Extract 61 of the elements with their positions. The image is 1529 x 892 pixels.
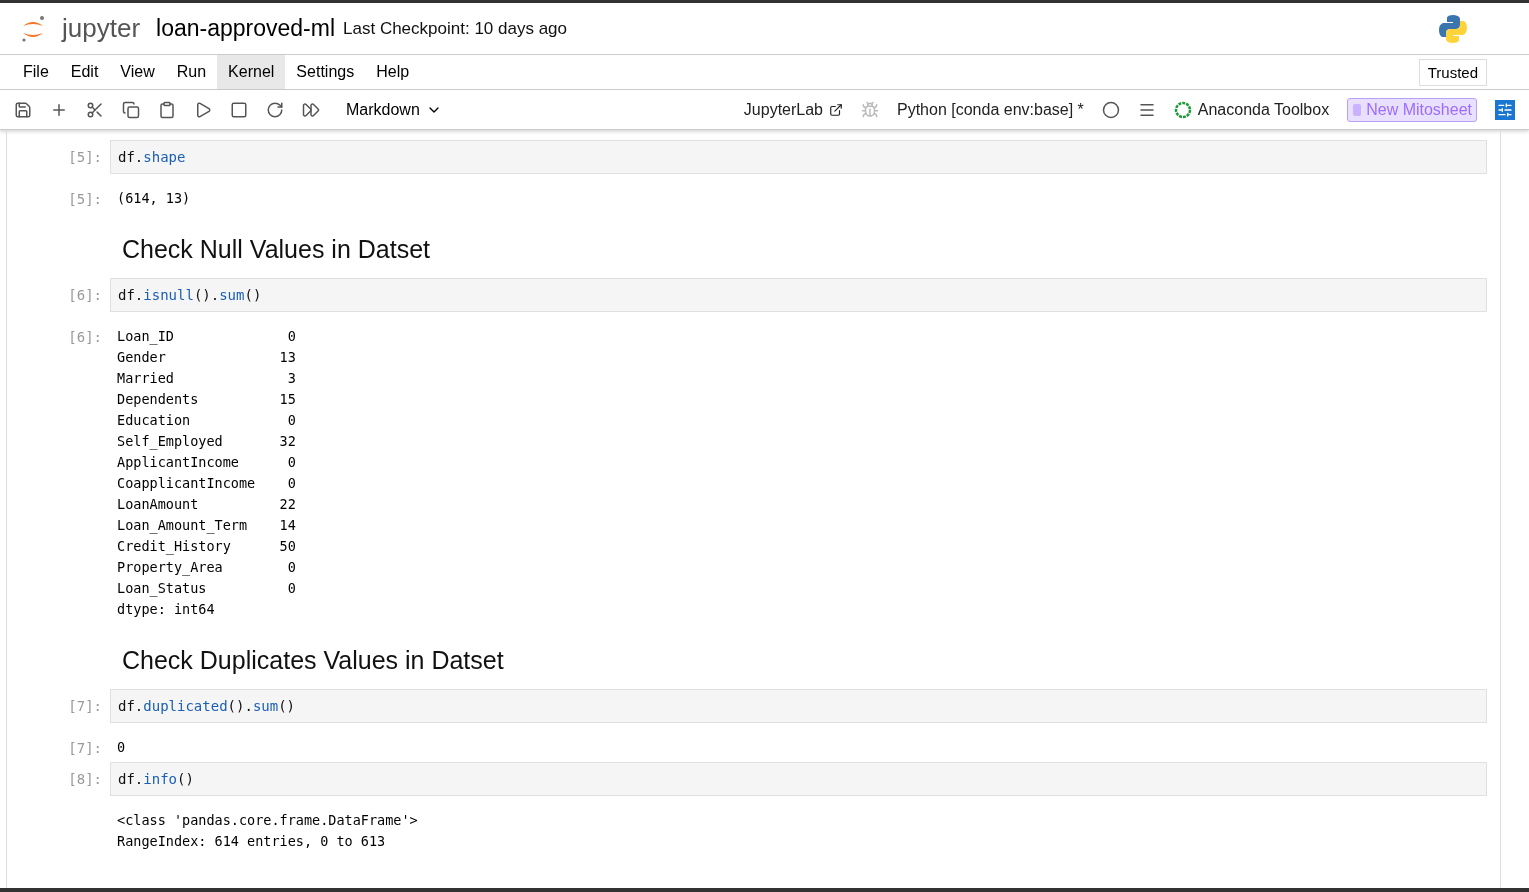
menu-item[interactable]: Edit <box>59 55 110 89</box>
output-line: <class 'pandas.core.frame.DataFrame'> <box>117 811 418 830</box>
output-line: CoapplicantIncome 0 <box>117 474 296 493</box>
menu-item[interactable]: View <box>109 55 166 89</box>
output-line: LoanAmount 22 <box>117 495 296 514</box>
code-cell[interactable]: df.info() <box>110 762 1487 796</box>
notebook-name[interactable]: loan-approved-ml <box>156 15 336 42</box>
menu-item[interactable]: Run <box>165 55 218 89</box>
trusted-button[interactable]: Trusted <box>1418 58 1487 86</box>
section-heading: Check Duplicates Values in Datset <box>122 645 505 676</box>
cell-prompt: [8]: <box>67 770 103 787</box>
scissors-icon[interactable] <box>86 100 104 119</box>
circle-icon[interactable] <box>1101 100 1120 119</box>
output-line: Loan_Amount_Term 14 <box>117 516 296 536</box>
code-cell[interactable]: df.duplicated().sum() <box>110 689 1487 723</box>
output-line: Loan_Status 0 <box>117 579 296 599</box>
menu-item[interactable]: Kernel <box>217 55 286 89</box>
ring-logo-icon <box>1173 100 1192 119</box>
cell-prompt: [6]: <box>67 286 103 303</box>
jupyter-logo-text: jupyter <box>62 13 141 44</box>
cell-prompt: [7]: <box>67 739 103 756</box>
output-line: RangeIndex: 614 entries, 0 to 613 <box>117 832 387 851</box>
settings-icon[interactable] <box>1495 99 1515 120</box>
output-line: 0 <box>117 738 126 757</box>
output-line: Loan_ID 0 <box>117 327 296 347</box>
python-logo-icon <box>1437 12 1469 45</box>
restart-icon[interactable] <box>266 100 284 119</box>
play-icon[interactable] <box>194 100 212 119</box>
output-line: Credit_History 50 <box>117 537 296 557</box>
output-line: Education 0 <box>117 411 296 430</box>
save-icon[interactable] <box>14 100 32 119</box>
kernel-name[interactable]: Python [conda env:base] * <box>897 100 1084 119</box>
section-heading: Check Null Values in Datset <box>122 234 431 265</box>
stop-icon[interactable] <box>230 100 248 119</box>
menu-item[interactable]: Help <box>365 55 421 89</box>
output-line: Dependents 15 <box>117 390 296 409</box>
copy-icon[interactable] <box>122 100 140 119</box>
output-line: dtype: int64 <box>117 600 216 619</box>
output-line: Self_Employed 32 <box>117 432 296 452</box>
sheet-icon <box>1352 102 1363 117</box>
code-cell[interactable]: df.shape <box>110 140 1487 174</box>
cell-prompt: [5]: <box>67 148 103 165</box>
cell-prompt: [7]: <box>67 697 103 714</box>
cell-type-dropdown[interactable]: Markdown <box>346 100 442 119</box>
jupyterlab-link[interactable]: JupyterLab <box>743 100 843 119</box>
fast-forward-icon[interactable] <box>302 100 320 119</box>
output-line: Gender 13 <box>117 348 296 367</box>
output-line: ApplicantIncome 0 <box>117 453 296 472</box>
menu-item[interactable]: Settings <box>285 55 366 89</box>
cell-prompt: [5]: <box>67 190 103 207</box>
code-cell[interactable]: df.isnull().sum() <box>110 278 1487 312</box>
external-link-icon <box>829 102 843 117</box>
anaconda-toolbox-button[interactable]: Anaconda Toolbox <box>1173 100 1330 119</box>
clipboard-icon[interactable] <box>158 100 176 119</box>
output-line: Married 3 <box>117 369 296 388</box>
output-line: (614, 13) <box>117 189 191 208</box>
jupyter-logo-icon <box>20 13 46 44</box>
menu-item[interactable]: File <box>12 55 60 89</box>
output-line: Property_Area 0 <box>117 558 296 578</box>
checkpoint-text: Last Checkpoint: 10 days ago <box>343 18 567 39</box>
cell-prompt: [6]: <box>67 328 103 345</box>
